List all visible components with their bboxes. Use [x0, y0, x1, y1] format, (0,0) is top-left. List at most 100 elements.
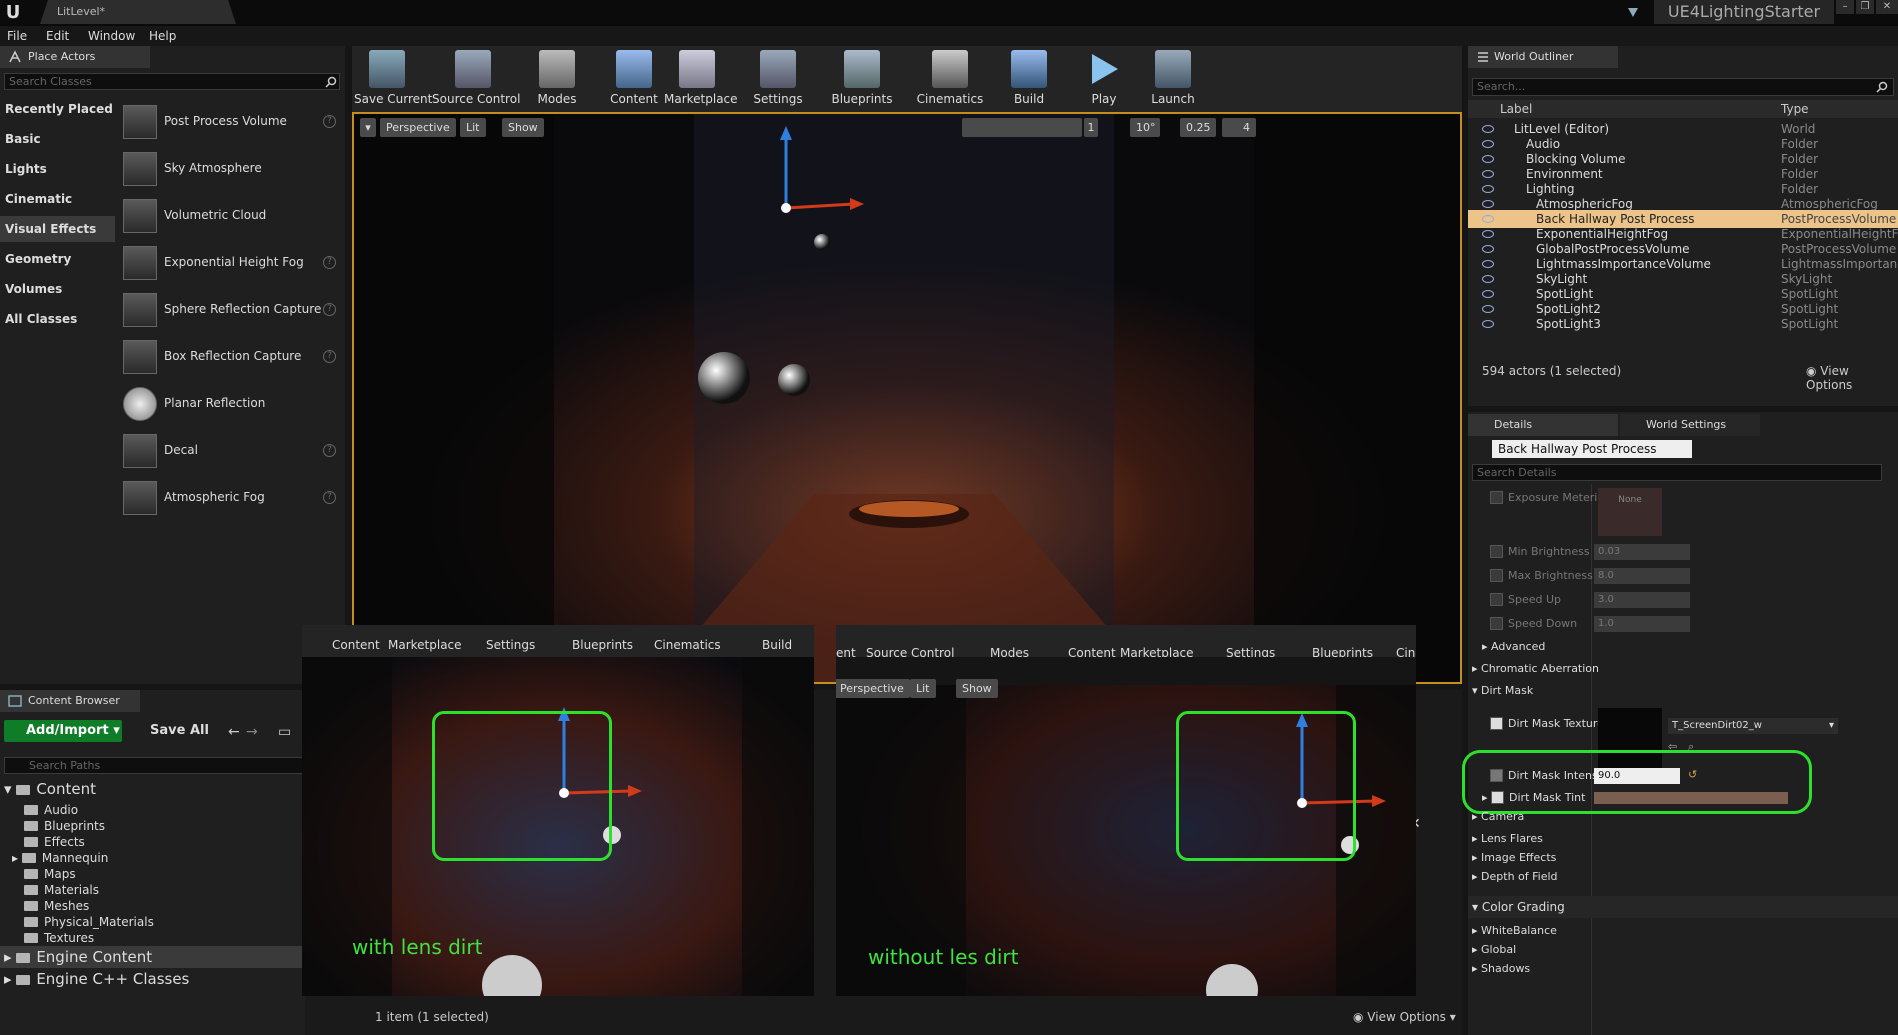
checkbox[interactable] [1490, 491, 1503, 504]
visibility-icon[interactable] [1482, 275, 1494, 283]
menu-window[interactable]: Window [88, 26, 135, 46]
dirt-mask-section[interactable]: ▾ Dirt Mask [1468, 680, 1898, 702]
actor-name-field[interactable]: Back Hallway Post Process [1492, 440, 1692, 458]
cinematics-button[interactable]: Cinematics [910, 46, 990, 112]
visibility-icon[interactable] [1482, 320, 1494, 328]
tree-engine-content[interactable]: ▸ Engine Content [0, 946, 305, 968]
tree-audio[interactable]: Audio [24, 802, 78, 818]
inset-settings-button[interactable]: Settings [486, 638, 535, 652]
actor-decal[interactable]: Decal? [120, 428, 340, 473]
visibility-icon[interactable] [1482, 305, 1494, 313]
actor-planar-reflection[interactable]: Planar Reflection [120, 381, 340, 426]
visibility-icon[interactable] [1482, 140, 1494, 148]
checkbox[interactable] [1490, 717, 1503, 730]
notification-icon[interactable] [1626, 5, 1640, 19]
level-tab[interactable]: LitLevel* [40, 0, 236, 24]
visibility-icon[interactable] [1482, 230, 1494, 238]
scale-snap-value[interactable]: 0.25 [1180, 118, 1216, 137]
content-button[interactable]: Content [604, 46, 664, 112]
place-actors-tab[interactable]: Place Actors [0, 46, 150, 68]
modes-button[interactable]: Modes [522, 46, 592, 112]
visibility-icon[interactable] [1482, 125, 1494, 133]
help-icon[interactable]: ? [323, 115, 336, 128]
forward-arrow-icon[interactable]: → [246, 724, 258, 740]
speed-up-field[interactable]: 3.0 [1594, 592, 1690, 608]
show-button[interactable]: Show [502, 118, 544, 137]
inset-lit-button[interactable]: Lit [910, 679, 936, 698]
category-visual-effects[interactable]: Visual Effects [0, 216, 115, 242]
inset-build-button[interactable]: Build [762, 638, 792, 652]
actor-post-process-volume[interactable]: Post Process Volume? [120, 99, 340, 144]
category-lights[interactable]: Lights [0, 156, 115, 182]
camera-section[interactable]: ▸ Camera [1468, 808, 1898, 826]
perspective-button[interactable]: Perspective [380, 118, 456, 137]
menu-help[interactable]: Help [149, 26, 176, 46]
checkbox[interactable] [1490, 545, 1503, 558]
source-control-button[interactable]: Source Control [432, 46, 520, 112]
help-icon[interactable]: ? [323, 350, 336, 363]
world-outliner-tab[interactable]: World Outliner [1468, 46, 1618, 68]
settings-button[interactable]: Settings [740, 46, 816, 112]
depth-of-field-section[interactable]: ▸ Depth of Field [1468, 866, 1898, 888]
lit-button[interactable]: Lit [460, 118, 486, 137]
save-all-button[interactable]: Save All [128, 720, 213, 742]
angle-snap-value[interactable]: 10° [1130, 118, 1160, 137]
visibility-icon[interactable] [1482, 215, 1494, 223]
camera-speed-value[interactable]: 4 [1222, 118, 1256, 137]
help-icon[interactable]: ? [323, 256, 336, 269]
view-options-button[interactable]: ◉ View Options ▾ [1353, 1010, 1456, 1024]
transform-tools[interactable] [962, 118, 1082, 137]
add-import-button[interactable]: Add/Import ▾ [4, 720, 122, 742]
type-column-header[interactable]: Type [1781, 102, 1809, 116]
play-button[interactable]: Play [1076, 46, 1132, 112]
close-icon[interactable]: ✕ [1876, 0, 1898, 14]
inset-cinematics-button[interactable]: Cinematics [654, 638, 721, 652]
visibility-icon[interactable] [1482, 290, 1494, 298]
inset-blueprints-button[interactable]: Blueprints [572, 638, 633, 652]
color-grading-section[interactable]: ▾ Color Grading [1468, 896, 1898, 918]
tree-textures[interactable]: Textures [24, 930, 94, 946]
checkbox[interactable] [1490, 617, 1503, 630]
unreal-logo-icon[interactable]: U [2, 2, 24, 24]
inset-perspective-button[interactable]: Perspective [836, 679, 910, 698]
details-tab[interactable]: Details [1468, 414, 1618, 436]
outliner-row[interactable]: SpotLight3 SpotLight [1468, 315, 1898, 333]
checkbox[interactable] [1490, 593, 1503, 606]
shadows-section[interactable]: ▸ Shadows [1468, 958, 1898, 980]
category-basic[interactable]: Basic [0, 126, 115, 152]
launch-button[interactable]: Launch [1142, 46, 1204, 112]
tree-maps[interactable]: Maps [24, 866, 76, 882]
menu-file[interactable]: File [7, 26, 27, 46]
details-search-input[interactable]: Search Details [1472, 464, 1882, 481]
world-settings-tab[interactable]: World Settings [1620, 414, 1760, 436]
tree-physical-materials[interactable]: Physical_Materials [24, 914, 154, 930]
visibility-icon[interactable] [1482, 155, 1494, 163]
visibility-icon[interactable] [1482, 170, 1494, 178]
actor-exponential-height-fog[interactable]: Exponential Height Fog? [120, 240, 340, 285]
min-brightness-field[interactable]: 0.03 [1594, 544, 1690, 560]
inset-show-button[interactable]: Show [956, 679, 998, 698]
build-button[interactable]: Build [998, 46, 1060, 112]
actor-sky-atmosphere[interactable]: Sky Atmosphere [120, 146, 340, 191]
advanced-section[interactable]: ▸ Advanced [1468, 636, 1898, 658]
max-brightness-field[interactable]: 8.0 [1594, 568, 1690, 584]
dirt-mask-texture-dropdown[interactable]: T_ScreenDirt02_w ▾ [1668, 718, 1838, 734]
visibility-icon[interactable] [1482, 260, 1494, 268]
category-cinematic[interactable]: Cinematic [0, 186, 115, 212]
level-viewport[interactable]: ▾ Perspective Lit Show 1 10° 0.25 4 [352, 112, 1462, 684]
chromatic-aberration-section[interactable]: ▸ Chromatic Aberration [1468, 658, 1898, 680]
help-icon[interactable]: ? [323, 303, 336, 316]
outliner-search-input[interactable]: Search... [1472, 78, 1894, 96]
search-paths-input[interactable]: Search Paths [4, 757, 304, 774]
actor-volumetric-cloud[interactable]: Volumetric Cloud [120, 193, 340, 238]
tree-meshes[interactable]: Meshes [24, 898, 89, 914]
visibility-icon[interactable] [1482, 245, 1494, 253]
actor-sphere-reflection-capture[interactable]: Sphere Reflection Capture? [120, 287, 340, 332]
visibility-icon[interactable] [1482, 200, 1494, 208]
folder-icon[interactable]: ▭ [278, 724, 291, 740]
category-recently-placed[interactable]: Recently Placed [0, 96, 115, 122]
tree-blueprints[interactable]: Blueprints [24, 818, 105, 834]
viewport-options-button[interactable]: ▾ [360, 118, 376, 137]
category-geometry[interactable]: Geometry [0, 246, 115, 272]
tree-materials[interactable]: Materials [24, 882, 99, 898]
